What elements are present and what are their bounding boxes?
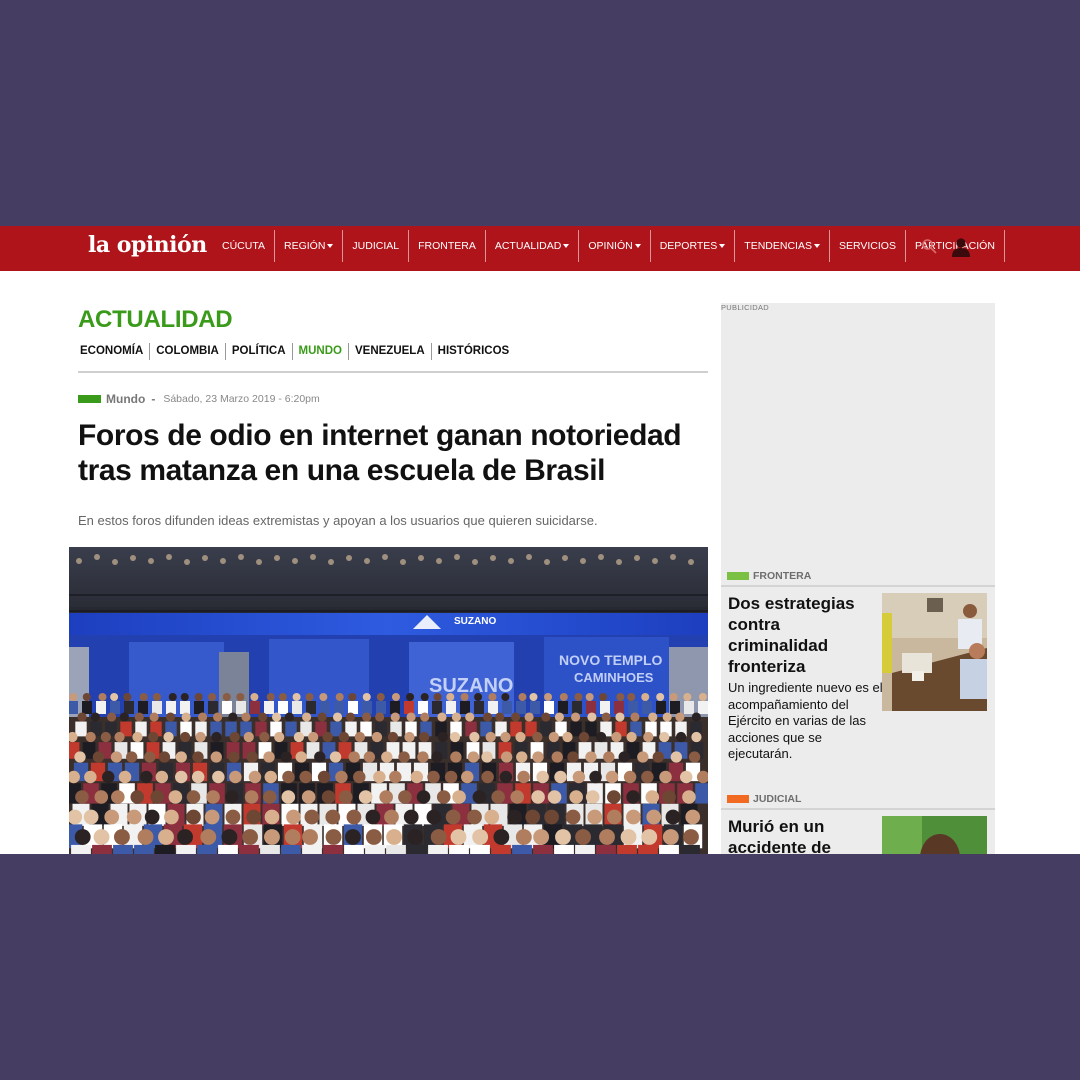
- card-rule: [721, 585, 995, 587]
- meeting-photo-illustration: [882, 593, 987, 711]
- banner-text-1: SUZANO: [454, 616, 496, 627]
- card-title[interactable]: Dos estrategias contra criminalidad fron…: [728, 593, 878, 677]
- nav-item-label: REGIÓN: [283, 240, 326, 252]
- banner-text-4: CAMINHOES: [574, 670, 654, 685]
- banner-text-3: NOVO TEMPLO: [559, 652, 663, 668]
- nav-item-frontera[interactable]: FRONTERA: [409, 230, 486, 262]
- category-color-bar: [727, 795, 749, 803]
- card-category[interactable]: FRONTERA: [753, 570, 811, 582]
- subnav-item-economia[interactable]: ECONOMÍA: [78, 343, 151, 360]
- sidebar-card-frontera[interactable]: FRONTERA Dos estrategias contra criminal…: [721, 569, 995, 761]
- card-title[interactable]: Murió en un accidente de: [728, 816, 878, 854]
- user-icon[interactable]: [950, 236, 972, 258]
- nav-item-servicios[interactable]: SERVICIOS: [830, 230, 906, 262]
- ad-label: PUBLICIDAD: [721, 303, 770, 312]
- chevron-down-icon: [813, 244, 820, 248]
- article-photo[interactable]: SUZANO SUZANO NOVO TEMPLO CAMINHOES: [69, 547, 708, 854]
- nav-item-cucuta[interactable]: CÚCUTA: [213, 230, 275, 262]
- article-category[interactable]: Mundo: [106, 392, 145, 406]
- category-color-bar: [78, 395, 101, 403]
- card-category[interactable]: JUDICIAL: [753, 793, 801, 805]
- nav-item-label: TENDENCIAS: [744, 240, 812, 252]
- article-summary: En estos foros difunden ideas extremista…: [78, 513, 598, 528]
- subnav-item-colombia[interactable]: COLOMBIA: [150, 343, 226, 360]
- chevron-down-icon: [327, 244, 334, 248]
- sidebar: PUBLICIDAD FRONTERA Dos estrategias cont…: [721, 303, 995, 854]
- nav-item-tendencias[interactable]: TENDENCIAS: [735, 230, 830, 262]
- chevron-down-icon: [634, 244, 641, 248]
- card-rule: [721, 808, 995, 810]
- crowd-photo-illustration: SUZANO SUZANO NOVO TEMPLO CAMINHOES: [69, 547, 708, 854]
- meta-separator: -: [151, 392, 156, 406]
- nav-item-judicial[interactable]: JUDICIAL: [343, 230, 410, 262]
- banner-text-2: SUZANO: [429, 675, 513, 697]
- nav-item-region[interactable]: REGIÓN: [275, 230, 344, 262]
- section-title: ACTUALIDAD: [78, 306, 233, 333]
- search-icon[interactable]: [921, 238, 937, 254]
- main-nav: CÚCUTA REGIÓN JUDICIAL FRONTERA ACTUALIDAD OP…: [213, 230, 1005, 262]
- card-summary: Un ingrediente nuevo es el acompañamient…: [728, 680, 883, 761]
- subnav-item-venezuela[interactable]: VENEZUELA: [349, 343, 432, 360]
- nav-item-opinion[interactable]: OPINIÓN: [579, 230, 651, 262]
- subnav-item-politica[interactable]: POLÍTICA: [226, 343, 293, 360]
- card-thumbnail[interactable]: [882, 816, 987, 854]
- nav-item-label: OPINIÓN: [588, 240, 633, 252]
- nav-item-label: FRONTERA: [418, 240, 476, 252]
- browser-page: la opinión CÚCUTA REGIÓN JUDICIAL FRONTERA A…: [0, 226, 1080, 854]
- subnav-item-mundo[interactable]: MUNDO: [293, 343, 349, 360]
- chevron-down-icon: [563, 244, 570, 248]
- card-category-header: JUDICIAL: [727, 792, 995, 806]
- portrait-photo-illustration: [882, 816, 987, 854]
- nav-item-label: DEPORTES: [659, 240, 718, 252]
- subnav-item-historicos[interactable]: HISTÓRICOS: [432, 343, 516, 360]
- site-logo[interactable]: la opinión: [88, 232, 207, 258]
- article-headline: Foros de odio en internet ganan notoried…: [78, 419, 682, 487]
- nav-item-actualidad[interactable]: ACTUALIDAD: [486, 230, 580, 262]
- nav-item-label: JUDICIAL: [352, 240, 400, 252]
- section-divider: [78, 371, 708, 373]
- nav-item-label: CÚCUTA: [222, 240, 265, 252]
- sidebar-card-judicial[interactable]: JUDICIAL Murió en un accidente de: [721, 792, 995, 854]
- category-color-bar: [727, 572, 749, 580]
- chevron-down-icon: [719, 244, 726, 248]
- article-meta: Mundo - Sábado, 23 Marzo 2019 - 6:20pm: [78, 392, 320, 406]
- section-subnav: ECONOMÍA COLOMBIA POLÍTICA MUNDO VENEZUELA HI…: [78, 343, 515, 360]
- nav-item-label: SERVICIOS: [838, 240, 896, 252]
- article-date: Sábado, 23 Marzo 2019 - 6:20pm: [163, 393, 320, 405]
- nav-item-label: ACTUALIDAD: [494, 240, 562, 252]
- card-category-header: FRONTERA: [727, 569, 995, 583]
- top-nav-bar: la opinión CÚCUTA REGIÓN JUDICIAL FRONTERA A…: [0, 226, 1080, 271]
- card-thumbnail[interactable]: [882, 593, 987, 711]
- nav-item-deportes[interactable]: DEPORTES: [651, 230, 736, 262]
